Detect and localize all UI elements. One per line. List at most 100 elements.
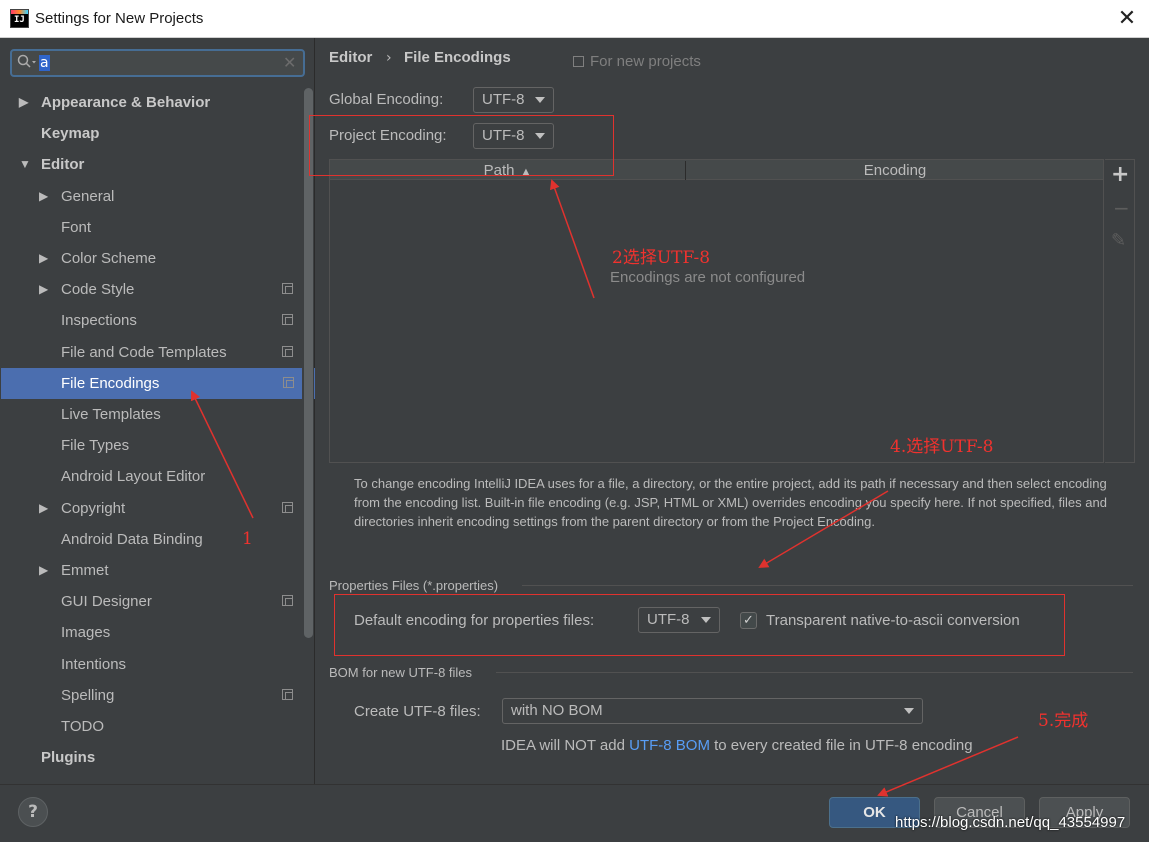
sidebar-item-code-style[interactable]: ▶ Code Style <box>1 274 301 305</box>
utf8-bom-link[interactable]: UTF-8 BOM <box>629 737 710 754</box>
sidebar-item-font[interactable]: Font <box>1 212 301 243</box>
breadcrumb-parent: Editor <box>329 49 373 66</box>
app-icon-text: IJ <box>14 15 25 25</box>
breadcrumb-separator: › <box>386 50 392 66</box>
help-button[interactable]: ? <box>18 797 48 827</box>
sidebar-item-label: File Encodings <box>61 375 160 392</box>
collapsed-arrow-icon[interactable]: ▶ <box>39 243 48 274</box>
sidebar-item-images[interactable]: Images <box>1 617 301 648</box>
bom-note-prefix: IDEA will NOT add <box>501 737 630 754</box>
sidebar-item-label: Appearance & Behavior <box>41 94 211 111</box>
window-title: Settings for New Projects <box>35 10 204 27</box>
section-divider <box>522 585 1133 586</box>
project-scope-icon <box>282 502 293 513</box>
sidebar-item-keymap[interactable]: Keymap <box>1 118 301 149</box>
collapsed-arrow-icon[interactable]: ▶ <box>39 555 48 586</box>
sidebar-item-label: GUI Designer <box>61 593 152 610</box>
sidebar-item-todo[interactable]: TODO <box>1 711 301 742</box>
sidebar-item-label: Color Scheme <box>61 250 157 267</box>
sidebar-item-label: Intentions <box>61 656 127 673</box>
sidebar-item-label: Keymap <box>41 125 100 142</box>
sidebar-item-label: Editor <box>41 156 85 173</box>
bom-note: IDEA will NOT add UTF-8 BOM to every cre… <box>501 737 973 754</box>
search-icon[interactable] <box>17 54 37 74</box>
remove-icon[interactable]: − <box>1113 196 1130 220</box>
global-encoding-select[interactable]: UTF-8 <box>473 87 554 113</box>
sidebar-item-emmet[interactable]: ▶ Emmet <box>1 555 301 586</box>
encoding-help-text: To change encoding IntelliJ IDEA uses fo… <box>354 476 1107 529</box>
annotation-step1: 1 <box>242 529 253 549</box>
section-divider <box>496 672 1133 673</box>
breadcrumb-current: File Encodings <box>404 49 511 66</box>
sidebar-item-label: General <box>61 188 115 205</box>
sidebar-item-label: File and Code Templates <box>61 344 227 361</box>
sidebar-item-label: Spelling <box>61 687 115 704</box>
create-utf8-select[interactable]: with NO BOM <box>502 698 923 724</box>
sidebar-item-label: Images <box>61 624 111 641</box>
project-scope-icon <box>283 377 294 388</box>
sidebar-item-color-scheme[interactable]: ▶ Color Scheme <box>1 243 301 274</box>
sidebar-item-spelling[interactable]: Spelling <box>1 680 301 711</box>
sidebar-item-label: File Types <box>61 437 130 454</box>
sidebar-item-plugins[interactable]: Plugins <box>1 742 301 773</box>
encodings-table[interactable] <box>329 159 1104 463</box>
bom-note-suffix: to every created file in UTF-8 encoding <box>709 737 973 754</box>
sidebar-item-android-data-binding[interactable]: Android Data Binding <box>1 524 301 555</box>
sidebar-item-appearance-behavior[interactable]: ▶ Appearance & Behavior <box>1 87 301 118</box>
sidebar-item-general[interactable]: ▶ General <box>1 181 301 212</box>
annotation-step4: 4.选择UTF-8 <box>890 437 994 457</box>
collapsed-arrow-icon[interactable]: ▶ <box>19 87 28 118</box>
intellij-app-icon: IJ <box>10 9 29 28</box>
create-utf8-label: Create UTF-8 files: <box>354 703 481 720</box>
sidebar-item-editor[interactable]: ▼ Editor <box>1 149 301 180</box>
collapsed-arrow-icon[interactable]: ▶ <box>39 181 48 212</box>
sidebar-item-copyright[interactable]: ▶ Copyright <box>1 493 301 524</box>
add-icon[interactable]: + <box>1111 162 1129 187</box>
sidebar-item-label: Font <box>61 219 92 236</box>
collapsed-arrow-icon[interactable]: ▶ <box>39 493 48 524</box>
sidebar-item-label: Inspections <box>61 312 137 329</box>
properties-section-title: Properties Files (*.properties) <box>329 578 499 593</box>
expanded-arrow-icon[interactable]: ▼ <box>19 149 31 180</box>
close-icon[interactable]: ✕ <box>1114 6 1140 32</box>
collapsed-arrow-icon[interactable]: ▶ <box>39 274 48 305</box>
annotation-box-project-encoding <box>309 115 614 176</box>
scope-label: For new projects <box>590 53 701 70</box>
copy-scope-icon <box>573 56 584 67</box>
search-query-text[interactable]: a <box>39 55 50 71</box>
sidebar-item-label: Android Data Binding <box>61 531 203 548</box>
sidebar-item-label: Emmet <box>61 562 109 579</box>
bom-section-title: BOM for new UTF-8 files <box>329 665 473 680</box>
chevron-down-icon <box>904 708 914 714</box>
sidebar-item-file-types[interactable]: File Types <box>1 430 301 461</box>
chevron-down-icon <box>535 97 545 103</box>
annotation-box-properties-encoding <box>334 594 1065 656</box>
create-utf8-value: with NO BOM <box>511 702 603 719</box>
project-scope-icon <box>282 283 293 294</box>
global-encoding-label: Global Encoding: <box>329 91 444 108</box>
project-scope-icon <box>282 689 293 700</box>
sidebar-item-live-templates[interactable]: Live Templates <box>1 399 301 430</box>
sidebar-item-gui-designer[interactable]: GUI Designer <box>1 586 301 617</box>
watermark-url: https://blog.csdn.net/qq_43554997 <box>895 814 1126 831</box>
annotation-step2: 2选择UTF-8 <box>612 248 711 268</box>
sidebar-item-intentions[interactable]: Intentions <box>1 649 301 680</box>
sidebar-item-label: Live Templates <box>61 406 161 423</box>
project-scope-icon <box>282 595 293 606</box>
sidebar-item-label: Copyright <box>61 500 126 517</box>
search-input[interactable] <box>10 49 305 77</box>
global-encoding-value: UTF-8 <box>482 91 525 108</box>
edit-icon[interactable]: ✎ <box>1111 230 1126 251</box>
sidebar-item-android-layout-editor[interactable]: Android Layout Editor <box>1 461 301 492</box>
project-scope-icon <box>282 346 293 357</box>
sidebar-item-label: Code Style <box>61 281 135 298</box>
sidebar-item-inspections[interactable]: Inspections <box>1 305 301 336</box>
clear-search-icon[interactable]: ✕ <box>283 53 296 72</box>
sidebar-item-file-encodings[interactable]: File Encodings <box>1 368 315 399</box>
table-empty-text: Encodings are not configured <box>610 269 806 286</box>
project-scope-icon <box>282 314 293 325</box>
sidebar-item-file-and-code-templates[interactable]: File and Code Templates <box>1 337 301 368</box>
column-header-encoding[interactable]: Encoding <box>687 161 1103 180</box>
annotation-step5: 5.完成 <box>1038 711 1089 731</box>
sidebar-item-label: Android Layout Editor <box>61 468 206 485</box>
